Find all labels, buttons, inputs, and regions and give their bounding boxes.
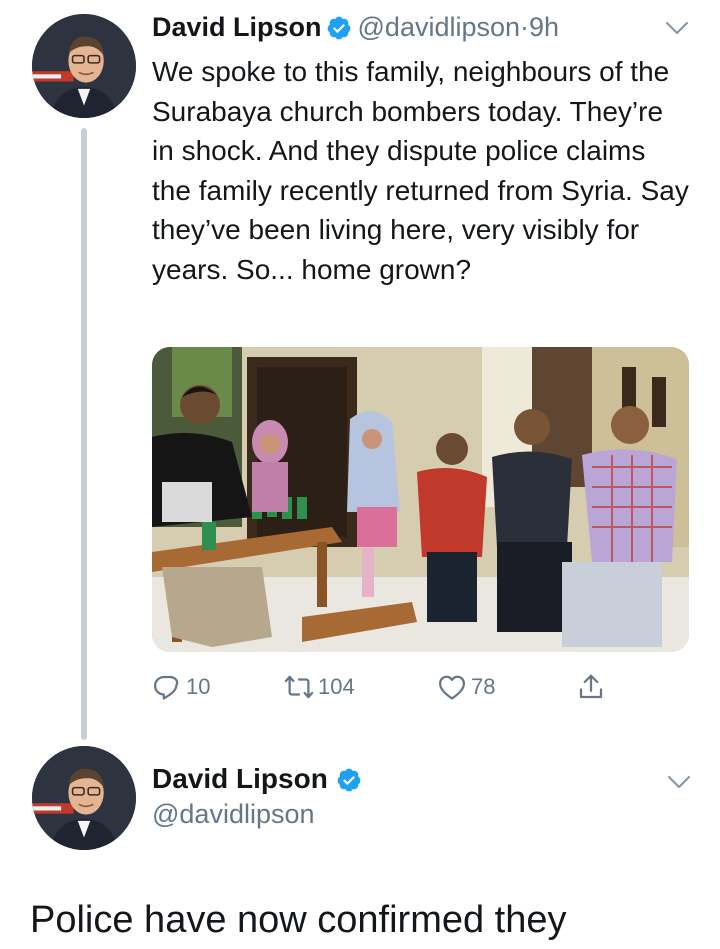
reply-count: 10 [186,674,211,699]
author-name[interactable]: David Lipson [152,12,322,42]
tweet-actions: 10 104 78 [152,672,692,708]
verified-badge-icon [337,768,361,792]
author-handle[interactable]: @davidlipson [358,12,521,42]
reply-author-name[interactable]: David Lipson [152,763,328,794]
retweet-button[interactable]: 104 [284,672,355,702]
like-count: 78 [471,674,496,699]
verified-badge-icon [327,16,350,40]
like-button[interactable]: 78 [437,672,495,702]
tweet-header: David Lipson @davidlipson·9h [152,10,559,44]
thread-line [81,128,87,740]
tweet-photo[interactable] [152,347,689,652]
chevron-down-icon[interactable] [664,20,690,36]
time-separator: · [520,12,530,42]
reply-tweet-header: David Lipson @davidlipson [152,762,368,832]
reply-tweet-text: Police have now confirmed they [30,899,567,941]
author-avatar[interactable] [32,14,136,118]
share-button[interactable] [576,672,610,702]
reply-author-handle[interactable]: @davidlipson [152,796,368,832]
share-icon [579,674,603,699]
reply-button[interactable]: 10 [152,672,210,702]
reply-author-avatar[interactable] [32,746,136,850]
chevron-down-icon[interactable] [666,774,692,790]
retweet-icon [284,675,314,699]
tweet-text: We spoke to this family, neighbours of t… [152,56,689,285]
like-icon [439,675,465,700]
tweet-time[interactable]: 9h [529,12,559,42]
retweet-count: 104 [318,674,355,699]
reply-icon [154,675,179,700]
